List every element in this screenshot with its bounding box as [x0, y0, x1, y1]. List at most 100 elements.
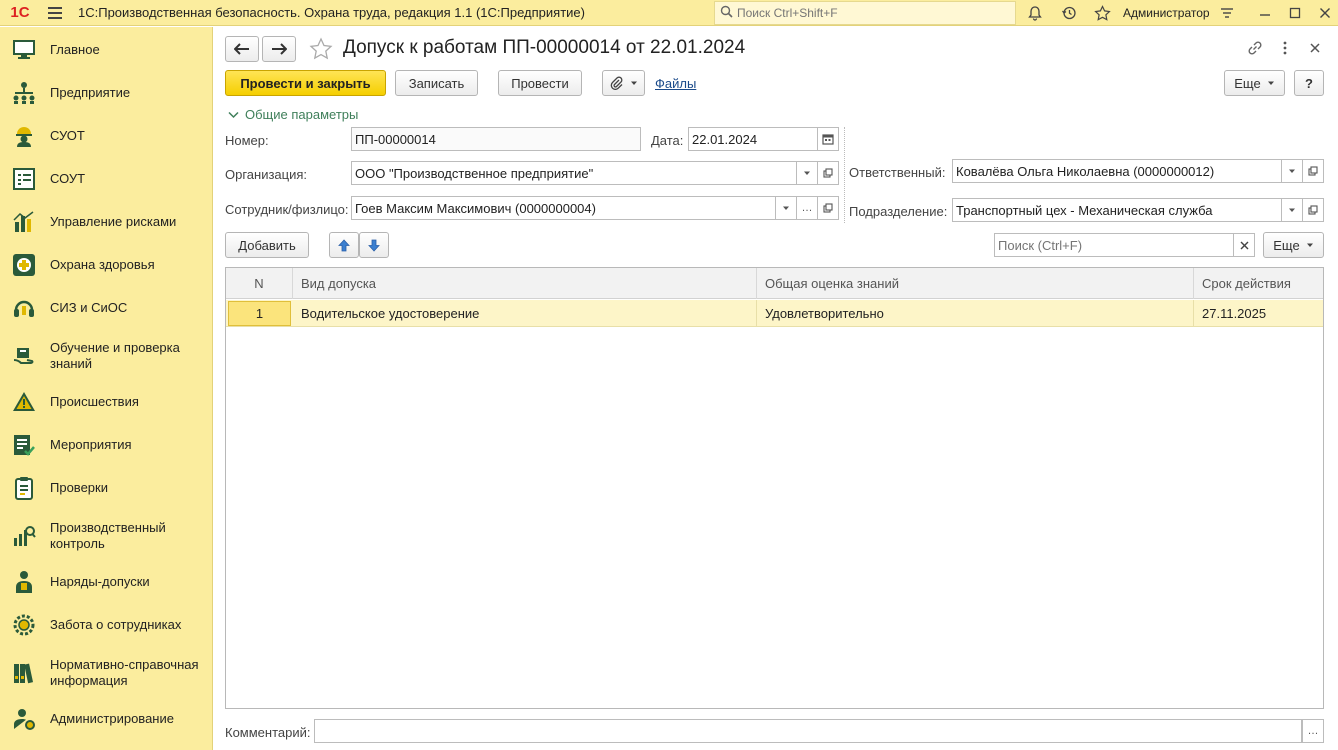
sidebar-item-enterprise[interactable]: Предприятие: [0, 80, 213, 106]
sidebar-item-label: Обучение и проверка знаний: [50, 340, 180, 371]
sidebar-item-measures[interactable]: Мероприятия: [0, 432, 213, 458]
task-list-icon: [11, 432, 37, 458]
column-header-knowledge-assessment[interactable]: Общая оценка знаний: [757, 268, 1194, 299]
organization-field[interactable]: ООО "Производственное предприятие": [351, 161, 797, 185]
sidebar-item-sout[interactable]: СОУТ: [0, 166, 213, 192]
dropdown-arrow-icon: [1289, 208, 1295, 212]
checklist-icon: [11, 166, 37, 192]
history-icon[interactable]: [1058, 0, 1080, 26]
minimize-icon[interactable]: [1254, 0, 1276, 26]
control-chart-icon: [11, 523, 37, 549]
sidebar-item-permits[interactable]: Наряды-допуски: [0, 569, 213, 595]
save-button[interactable]: Записать: [395, 70, 478, 96]
dropdown-arrow-icon: [1306, 243, 1313, 247]
sidebar-item-main[interactable]: Главное: [0, 37, 213, 63]
favorite-star-icon[interactable]: [309, 37, 333, 61]
monitor-icon: [11, 37, 37, 63]
files-link[interactable]: Файлы: [655, 76, 696, 91]
comment-field[interactable]: [314, 719, 1302, 743]
bell-icon[interactable]: [1024, 0, 1046, 26]
department-dropdown-button[interactable]: [1281, 198, 1303, 222]
sidebar-item-health[interactable]: Охрана здоровья: [0, 252, 213, 278]
clipboard-icon: [11, 475, 37, 501]
star-icon[interactable]: [1091, 0, 1113, 26]
row-number-cell[interactable]: 1: [228, 301, 291, 326]
calendar-icon: [822, 134, 834, 145]
comment-edit-button[interactable]: …: [1302, 719, 1324, 743]
responsible-dropdown-button[interactable]: [1281, 159, 1303, 183]
organization-dropdown-button[interactable]: [796, 161, 818, 185]
sidebar-item-suot[interactable]: СУОТ: [0, 123, 213, 149]
table-search[interactable]: [994, 233, 1240, 257]
organization-label: Организация:: [225, 167, 308, 182]
permit-icon: [11, 569, 37, 595]
date-field[interactable]: 22.01.2024: [688, 127, 818, 151]
employee-open-button[interactable]: [817, 196, 839, 220]
binders-icon: [11, 660, 37, 686]
department-field[interactable]: Транспортный цех - Механическая служба: [952, 198, 1282, 222]
admissions-table[interactable]: N Вид допуска Общая оценка знаний Срок д…: [225, 267, 1324, 709]
attachments-button[interactable]: [602, 70, 645, 96]
sidebar-item-reference-info[interactable]: Нормативно-справочная информация: [0, 656, 213, 690]
table-more-button[interactable]: Еще: [1263, 232, 1324, 258]
knowledge-assessment-cell[interactable]: Удовлетворительно: [757, 300, 1194, 327]
move-up-button[interactable]: [329, 232, 359, 258]
section-title: Общие параметры: [245, 107, 359, 122]
general-params-section[interactable]: Общие параметры: [228, 107, 358, 122]
column-header-valid-until[interactable]: Срок действия: [1194, 268, 1323, 299]
sidebar-item-risk-management[interactable]: Управление рисками: [0, 209, 213, 235]
sidebar-item-inspections[interactable]: Проверки: [0, 475, 213, 501]
sidebar-item-incidents[interactable]: Происшествия: [0, 389, 213, 415]
organization-open-button[interactable]: [817, 161, 839, 185]
post-button[interactable]: Провести: [498, 70, 582, 96]
column-header-admission-type[interactable]: Вид допуска: [293, 268, 757, 299]
admission-type-cell[interactable]: Водительское удостоверение: [293, 300, 757, 327]
employee-field[interactable]: Гоев Максим Максимович (0000000004): [351, 196, 776, 220]
post-and-close-button[interactable]: Провести и закрыть: [225, 70, 386, 96]
more-actions-label: Еще: [1234, 75, 1261, 91]
sidebar-item-training[interactable]: Обучение и проверка знаний: [0, 339, 213, 373]
responsible-field[interactable]: Ковалёва Ольга Николаевна (0000000012): [952, 159, 1282, 183]
sidebar-item-label: Наряды-допуски: [50, 574, 150, 589]
app-logo[interactable]: 1С: [0, 0, 40, 26]
date-label: Дата:: [651, 133, 684, 148]
sidebar-item-production-control[interactable]: Производственный контроль: [0, 519, 213, 553]
move-down-button[interactable]: [359, 232, 389, 258]
responsible-open-button[interactable]: [1302, 159, 1324, 183]
page-title: Допуск к работам ПП-00000014 от 22.01.20…: [343, 37, 746, 58]
calendar-button[interactable]: [817, 127, 839, 151]
table-row[interactable]: 1 Водительское удостоверение Удовлетвори…: [226, 300, 1323, 327]
link-icon[interactable]: [1246, 39, 1266, 59]
clear-search-button[interactable]: [1233, 233, 1255, 257]
employee-select-button[interactable]: …: [796, 196, 818, 220]
current-user[interactable]: Администратор: [1123, 0, 1210, 26]
column-header-n[interactable]: N: [226, 268, 293, 299]
department-open-button[interactable]: [1302, 198, 1324, 222]
valid-until-cell[interactable]: 27.11.2025: [1194, 300, 1323, 327]
number-field[interactable]: ПП-00000014: [351, 127, 641, 151]
sidebar-item-administration[interactable]: Администрирование: [0, 706, 213, 732]
forward-button[interactable]: [262, 36, 296, 62]
menu-icon[interactable]: [40, 0, 70, 26]
filter-settings-icon[interactable]: [1216, 0, 1238, 26]
more-actions-button[interactable]: Еще: [1224, 70, 1285, 96]
worker-helmet-icon: [11, 123, 37, 149]
table-search-input[interactable]: [995, 237, 1225, 253]
more-vertical-icon[interactable]: [1276, 39, 1296, 59]
employee-dropdown-button[interactable]: [775, 196, 797, 220]
paperclip-icon: [610, 76, 622, 90]
comment-label: Комментарий:: [225, 725, 311, 740]
help-button[interactable]: ?: [1294, 70, 1324, 96]
close-form-icon[interactable]: [1306, 39, 1326, 59]
sidebar-item-label: Мероприятия: [50, 437, 132, 452]
add-row-button[interactable]: Добавить: [225, 232, 309, 258]
window-close-icon[interactable]: [1314, 0, 1336, 26]
sidebar-item-employee-care[interactable]: Забота о сотрудниках: [0, 612, 213, 638]
sidebar-item-ppe[interactable]: СИЗ и СиОС: [0, 295, 213, 321]
org-structure-icon: [11, 80, 37, 106]
global-search[interactable]: [714, 1, 1016, 25]
global-search-input[interactable]: [737, 6, 1007, 20]
maximize-icon[interactable]: [1284, 0, 1306, 26]
back-button[interactable]: [225, 36, 259, 62]
search-icon: [715, 5, 737, 21]
